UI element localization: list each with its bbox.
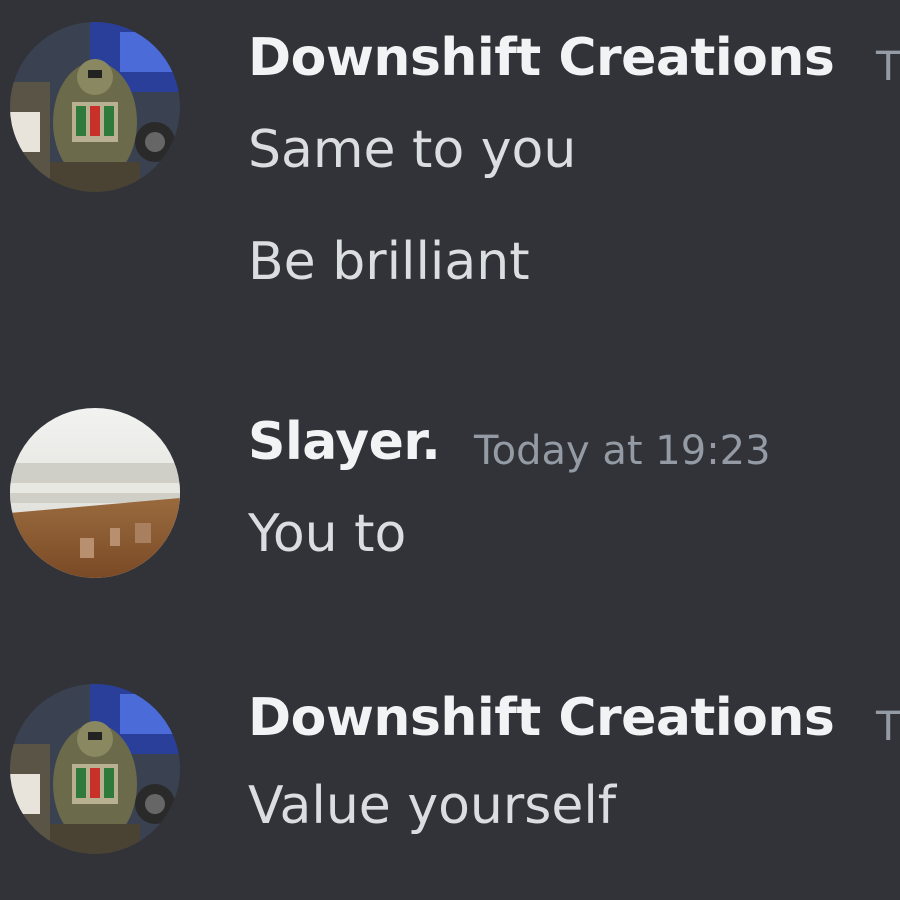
user-avatar[interactable] bbox=[10, 408, 180, 578]
user-avatar[interactable] bbox=[10, 684, 180, 854]
message-timestamp: Today at 19:23 bbox=[474, 428, 771, 474]
message-timestamp: T bbox=[876, 44, 900, 90]
message-group: Downshift Creations T Same to you Be bri… bbox=[0, 0, 900, 320]
message-text: Value yourself bbox=[248, 776, 617, 836]
message-text: Be brilliant bbox=[248, 232, 530, 292]
robot-figure-avatar-icon bbox=[10, 22, 180, 192]
beach-photo-avatar-icon bbox=[10, 408, 180, 578]
message-text: You to bbox=[248, 504, 407, 564]
message-timestamp: T bbox=[876, 704, 900, 750]
message-text: Same to you bbox=[248, 120, 577, 180]
user-avatar[interactable] bbox=[10, 22, 180, 192]
username[interactable]: Slayer. bbox=[248, 412, 441, 472]
username[interactable]: Downshift Creations bbox=[248, 688, 835, 748]
robot-figure-avatar-icon bbox=[10, 684, 180, 854]
message-group: Slayer. Today at 19:23 You to bbox=[0, 390, 900, 610]
message-group: Downshift Creations T Value yourself bbox=[0, 668, 900, 900]
username[interactable]: Downshift Creations bbox=[248, 28, 835, 88]
